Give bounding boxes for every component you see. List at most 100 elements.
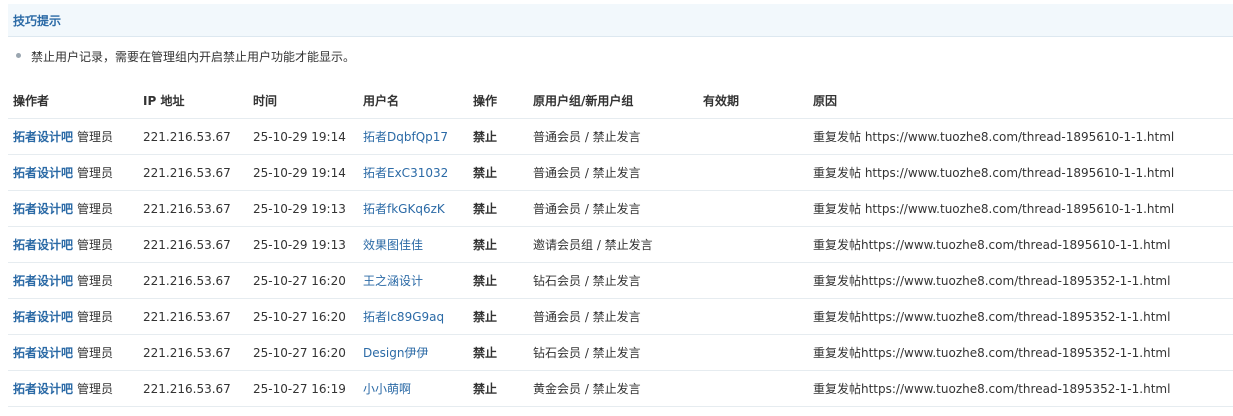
table-row: 拓者设计吧 管理员 221.216.53.67 25-10-29 19:14 拓者Dqb… <box>8 118 1233 155</box>
operator-link[interactable]: 拓者设计吧 <box>13 166 73 180</box>
operator-link[interactable]: 拓者设计吧 <box>13 238 73 252</box>
cell-username: 拓者DqbfQp17 <box>358 118 468 155</box>
cell-ip: 221.216.53.67 <box>138 190 248 227</box>
cell-expiry <box>698 154 808 191</box>
username-link[interactable]: 拓者lc89G9aq <box>363 310 444 324</box>
cell-ip: 221.216.53.67 <box>138 298 248 335</box>
cell-reason: 重复发帖https://www.tuozhe8.com/thread-18953… <box>808 370 1233 407</box>
cell-time: 25-10-27 16:20 <box>248 262 358 299</box>
cell-time: 25-10-27 16:19 <box>248 370 358 407</box>
cell-group: 邀请会员组 / 禁止发言 <box>528 226 698 263</box>
cell-ip: 221.216.53.67 <box>138 154 248 191</box>
cell-reason: 重复发帖 https://www.tuozhe8.com/thread-1895… <box>808 118 1233 155</box>
tips-text: 禁止用户记录，需要在管理组内开启禁止用户功能才能显示。 <box>31 50 356 64</box>
cell-operator: 拓者设计吧 管理员 <box>8 298 138 335</box>
cell-reason: 重复发帖https://www.tuozhe8.com/thread-18953… <box>808 298 1233 335</box>
cell-expiry <box>698 298 808 335</box>
cell-action: 禁止 <box>468 334 528 371</box>
cell-operator: 拓者设计吧 管理员 <box>8 226 138 263</box>
cell-operator: 拓者设计吧 管理员 <box>8 118 138 155</box>
cell-action: 禁止 <box>468 190 528 227</box>
cell-group: 黄金会员 / 禁止发言 <box>528 370 698 407</box>
cell-operator: 拓者设计吧 管理员 <box>8 154 138 191</box>
cell-reason: 重复发帖https://www.tuozhe8.com/thread-18953… <box>808 262 1233 299</box>
table-row: 拓者设计吧 管理员 221.216.53.67 25-10-29 19:13 效果图佳佳… <box>8 226 1233 263</box>
cell-time: 25-10-29 19:13 <box>248 190 358 227</box>
cell-expiry <box>698 226 808 263</box>
operator-link[interactable]: 拓者设计吧 <box>13 130 73 144</box>
table-header-row: 操作者 IP 地址 时间 用户名 操作 原用户组/新用户组 有效期 原因 <box>8 82 1233 119</box>
cell-ip: 221.216.53.67 <box>138 118 248 155</box>
cell-operator: 拓者设计吧 管理员 <box>8 334 138 371</box>
cell-reason: 重复发帖 https://www.tuozhe8.com/thread-1895… <box>808 154 1233 191</box>
header-username: 用户名 <box>358 82 468 119</box>
cell-action: 禁止 <box>468 370 528 407</box>
cell-time: 25-10-27 16:20 <box>248 334 358 371</box>
bullet-icon <box>16 53 21 58</box>
cell-expiry <box>698 334 808 371</box>
cell-reason: 重复发帖https://www.tuozhe8.com/thread-18953… <box>808 334 1233 371</box>
header-reason: 原因 <box>808 82 1233 119</box>
cell-group: 普通会员 / 禁止发言 <box>528 154 698 191</box>
cell-group: 普通会员 / 禁止发言 <box>528 118 698 155</box>
operator-link[interactable]: 拓者设计吧 <box>13 202 73 216</box>
tips-title: 技巧提示 <box>13 14 62 28</box>
header-ip: IP 地址 <box>138 82 248 119</box>
username-link[interactable]: 王之涵设计 <box>363 274 423 288</box>
header-time: 时间 <box>248 82 358 119</box>
cell-ip: 221.216.53.67 <box>138 334 248 371</box>
operator-link[interactable]: 拓者设计吧 <box>13 274 73 288</box>
operator-role: 管理员 <box>77 310 114 324</box>
cell-expiry <box>698 190 808 227</box>
tips-header: 技巧提示 <box>8 4 1233 37</box>
cell-username: 拓者ExC31032 <box>358 154 468 191</box>
cell-action: 禁止 <box>468 298 528 335</box>
cell-username: Design伊伊 <box>358 334 468 371</box>
username-link[interactable]: 拓者ExC31032 <box>363 166 448 180</box>
cell-expiry <box>698 370 808 407</box>
username-link[interactable]: Design伊伊 <box>363 346 428 360</box>
header-operator: 操作者 <box>8 82 138 119</box>
operator-role: 管理员 <box>77 166 114 180</box>
table-row: 拓者设计吧 管理员 221.216.53.67 25-10-27 16:19 小小萌啊 禁… <box>8 370 1233 407</box>
cell-expiry <box>698 118 808 155</box>
cell-time: 25-10-27 16:20 <box>248 298 358 335</box>
username-link[interactable]: 效果图佳佳 <box>363 238 423 252</box>
table-row: 拓者设计吧 管理员 221.216.53.67 25-10-29 19:14 拓者ExC… <box>8 154 1233 191</box>
operator-link[interactable]: 拓者设计吧 <box>13 346 73 360</box>
table-row: 拓者设计吧 管理员 221.216.53.67 25-10-29 19:13 拓者fkG… <box>8 190 1233 227</box>
cell-username: 王之涵设计 <box>358 262 468 299</box>
operator-role: 管理员 <box>77 274 114 288</box>
username-link[interactable]: 拓者DqbfQp17 <box>363 130 448 144</box>
cell-group: 钻石会员 / 禁止发言 <box>528 262 698 299</box>
table-row: 拓者设计吧 管理员 221.216.53.67 25-10-27 16:20 拓者lc8… <box>8 298 1233 335</box>
cell-group: 普通会员 / 禁止发言 <box>528 298 698 335</box>
tips-item: 禁止用户记录，需要在管理组内开启禁止用户功能才能显示。 <box>16 48 355 65</box>
cell-time: 25-10-29 19:14 <box>248 154 358 191</box>
operator-link[interactable]: 拓者设计吧 <box>13 382 73 396</box>
operator-role: 管理员 <box>77 202 114 216</box>
cell-time: 25-10-29 19:13 <box>248 226 358 263</box>
username-link[interactable]: 拓者fkGKq6zK <box>363 202 445 216</box>
cell-action: 禁止 <box>468 118 528 155</box>
cell-group: 普通会员 / 禁止发言 <box>528 190 698 227</box>
operator-role: 管理员 <box>77 130 114 144</box>
cell-username: 拓者fkGKq6zK <box>358 190 468 227</box>
cell-time: 25-10-29 19:14 <box>248 118 358 155</box>
cell-expiry <box>698 262 808 299</box>
header-action: 操作 <box>468 82 528 119</box>
cell-username: 小小萌啊 <box>358 370 468 407</box>
cell-username: 效果图佳佳 <box>358 226 468 263</box>
operator-link[interactable]: 拓者设计吧 <box>13 310 73 324</box>
header-group: 原用户组/新用户组 <box>528 82 698 119</box>
table-row: 拓者设计吧 管理员 221.216.53.67 25-10-27 16:20 Desig… <box>8 334 1233 371</box>
page: 技巧提示 禁止用户记录，需要在管理组内开启禁止用户功能才能显示。 操作者 IP … <box>0 0 1233 416</box>
operator-role: 管理员 <box>77 346 114 360</box>
cell-ip: 221.216.53.67 <box>138 370 248 407</box>
cell-reason: 重复发帖 https://www.tuozhe8.com/thread-1895… <box>808 190 1233 227</box>
operator-role: 管理员 <box>77 382 114 396</box>
cell-operator: 拓者设计吧 管理员 <box>8 262 138 299</box>
cell-ip: 221.216.53.67 <box>138 226 248 263</box>
cell-operator: 拓者设计吧 管理员 <box>8 190 138 227</box>
username-link[interactable]: 小小萌啊 <box>363 382 411 396</box>
